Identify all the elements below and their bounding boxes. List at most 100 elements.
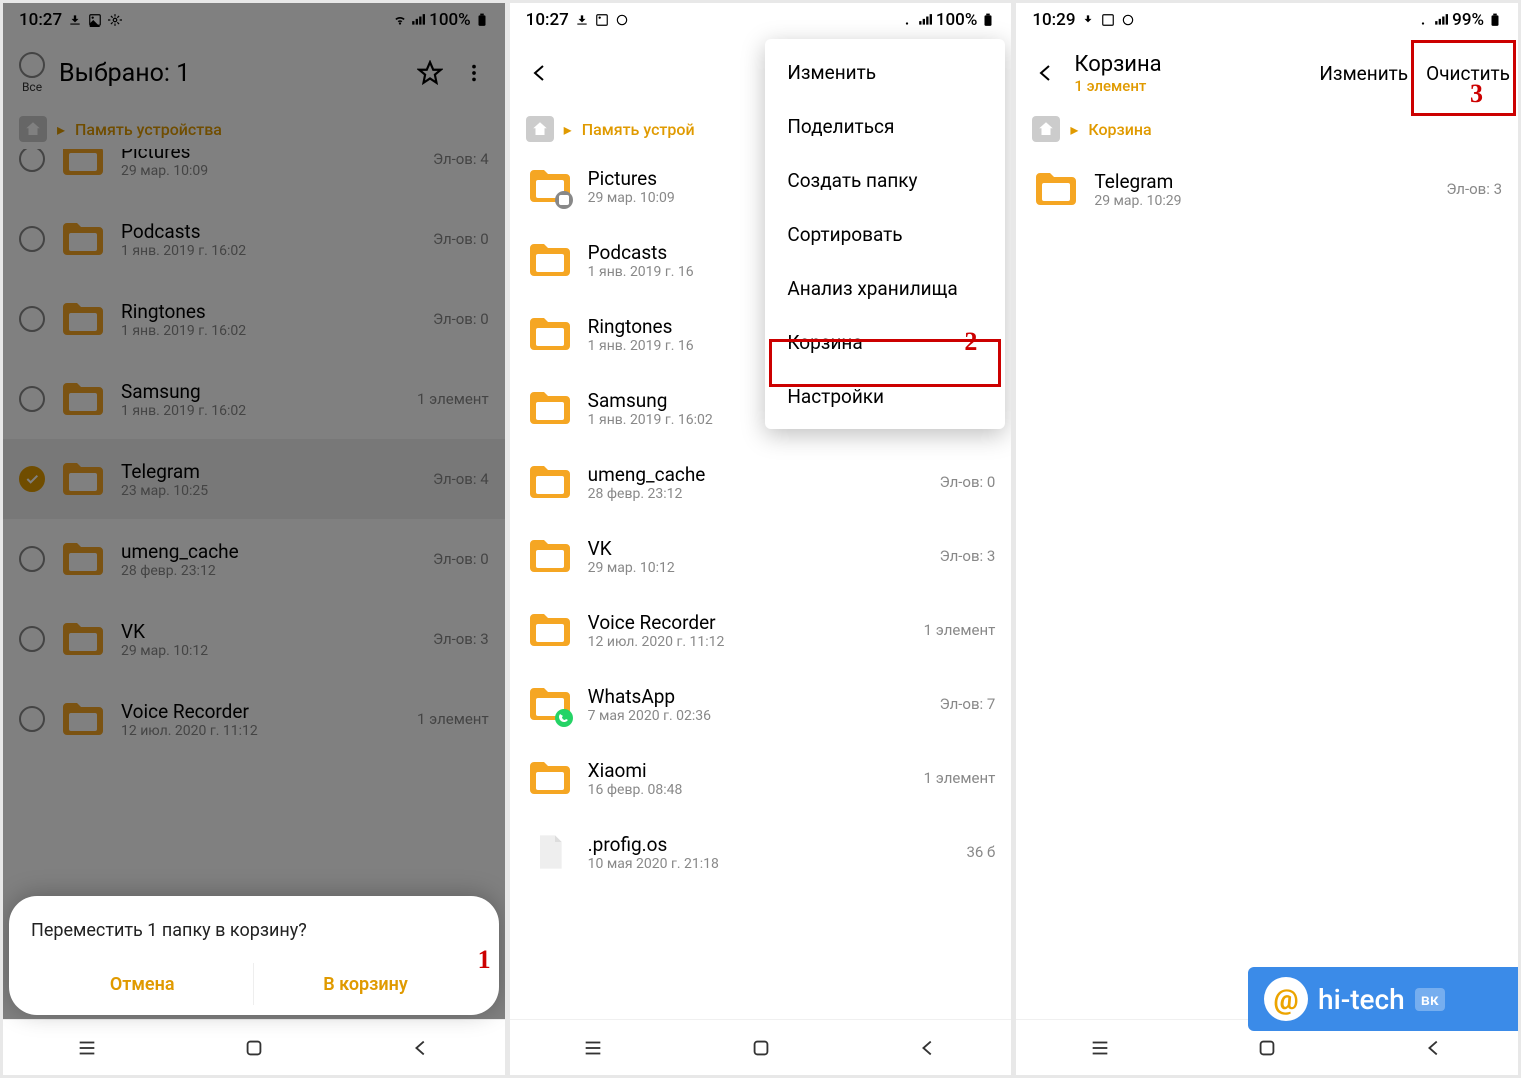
item-meta: Эл-ов: 0 xyxy=(940,473,996,491)
list-item[interactable]: Telegram23 мар. 10:25Эл-ов: 4 xyxy=(3,439,505,519)
folder-icon xyxy=(59,375,107,423)
clear-button[interactable]: Очистить xyxy=(1426,62,1510,85)
options-menu: ИзменитьПоделитьсяСоздать папкуСортирова… xyxy=(765,39,1005,429)
menu-item[interactable]: Корзина2 xyxy=(765,315,1005,369)
item-title: .profig.os xyxy=(588,833,953,856)
item-title: Xiaomi xyxy=(588,759,910,782)
list-item[interactable]: Samsung1 янв. 2019 г. 16:021 элемент xyxy=(3,359,505,439)
item-meta: 1 элемент xyxy=(417,390,489,408)
item-title: Podcasts xyxy=(121,220,419,243)
phone-screen-2: 10:27 100% ▸ Память устрой Pictures29 ма… xyxy=(510,3,1012,1075)
nav-bar xyxy=(510,1019,1012,1075)
item-meta: 1 элемент xyxy=(417,710,489,728)
item-subtitle: 7 мая 2020 г. 02:36 xyxy=(588,708,926,724)
header-title: Корзина xyxy=(1074,52,1305,77)
folder-icon xyxy=(526,162,574,210)
select-all-circle[interactable] xyxy=(19,52,45,78)
battery-icon xyxy=(981,13,995,27)
list-item[interactable]: .profig.os10 мая 2020 г. 21:1836 б xyxy=(510,815,1012,889)
folder-icon xyxy=(59,295,107,343)
nav-home[interactable] xyxy=(1254,1035,1280,1061)
item-subtitle: 29 мар. 10:12 xyxy=(588,560,926,576)
nav-home[interactable] xyxy=(748,1035,774,1061)
wifi-icon xyxy=(393,13,407,27)
list-item[interactable]: Ringtones1 янв. 2019 г. 16:02Эл-ов: 0 xyxy=(3,279,505,359)
favorite-button[interactable] xyxy=(415,58,445,88)
checkbox[interactable] xyxy=(19,706,45,732)
item-title: Ringtones xyxy=(121,300,419,323)
file-list[interactable]: Pictures29 мар. 10:09Эл-ов: 4Podcasts1 я… xyxy=(3,149,505,1019)
menu-item[interactable]: Анализ хранилища xyxy=(765,261,1005,315)
checkbox[interactable] xyxy=(19,226,45,252)
wifi-icon xyxy=(1416,13,1430,27)
edit-button[interactable]: Изменить xyxy=(1319,62,1408,85)
checkbox[interactable] xyxy=(19,306,45,332)
status-time: 10:27 xyxy=(19,10,62,30)
breadcrumb-path[interactable]: Память устройства xyxy=(75,120,222,139)
list-item[interactable]: Pictures29 мар. 10:09Эл-ов: 4 xyxy=(3,149,505,199)
nav-bar xyxy=(3,1019,505,1075)
checkbox[interactable] xyxy=(19,149,45,172)
checkbox[interactable] xyxy=(19,626,45,652)
menu-item[interactable]: Создать папку xyxy=(765,153,1005,207)
download-icon xyxy=(575,13,589,27)
cancel-button[interactable]: Отмена xyxy=(31,963,253,1005)
menu-item[interactable]: Сортировать xyxy=(765,207,1005,261)
breadcrumb[interactable]: ▸ Корзина xyxy=(1016,109,1518,149)
list-item[interactable]: Podcasts1 янв. 2019 г. 16:02Эл-ов: 0 xyxy=(3,199,505,279)
confirm-button[interactable]: В корзину xyxy=(253,963,476,1005)
settings-icon xyxy=(108,13,122,27)
checkbox[interactable] xyxy=(19,386,45,412)
list-item[interactable]: umeng_cache28 февр. 23:12Эл-ов: 0 xyxy=(3,519,505,599)
item-subtitle: 1 янв. 2019 г. 16:02 xyxy=(121,243,419,259)
file-list[interactable]: Telegram29 мар. 10:29Эл-ов: 3 xyxy=(1016,149,1518,1019)
home-icon[interactable] xyxy=(1032,116,1060,142)
list-item[interactable]: VK29 мар. 10:12Эл-ов: 3 xyxy=(3,599,505,679)
folder-icon xyxy=(59,455,107,503)
list-item[interactable]: Voice Recorder12 июл. 2020 г. 11:121 эле… xyxy=(3,679,505,759)
watermark: @ hi-tech вк xyxy=(1248,967,1518,1031)
folder-icon xyxy=(526,236,574,284)
item-meta: Эл-ов: 4 xyxy=(433,150,489,168)
item-subtitle: 29 мар. 10:09 xyxy=(121,163,419,179)
more-button[interactable] xyxy=(459,58,489,88)
item-meta: Эл-ов: 0 xyxy=(433,550,489,568)
nav-home[interactable] xyxy=(241,1035,267,1061)
status-battery: 100% xyxy=(936,10,978,30)
list-item[interactable]: Telegram29 мар. 10:29Эл-ов: 3 xyxy=(1016,149,1518,229)
file-icon xyxy=(526,828,574,876)
download-icon xyxy=(68,13,82,27)
nav-recents[interactable] xyxy=(580,1035,606,1061)
select-all[interactable]: Все xyxy=(19,52,45,94)
status-time: 10:29 xyxy=(1032,10,1075,30)
menu-item[interactable]: Изменить xyxy=(765,45,1005,99)
status-battery: 99% xyxy=(1452,10,1484,30)
home-icon[interactable] xyxy=(526,116,554,142)
list-item[interactable]: Xiaomi16 февр. 08:481 элемент xyxy=(510,741,1012,815)
breadcrumb-path[interactable]: Память устрой xyxy=(582,120,695,139)
folder-icon xyxy=(526,532,574,580)
list-item[interactable]: VK29 мар. 10:12Эл-ов: 3 xyxy=(510,519,1012,593)
folder-icon xyxy=(59,695,107,743)
menu-item[interactable]: Настройки xyxy=(765,369,1005,423)
item-subtitle: 29 мар. 10:12 xyxy=(121,643,419,659)
checkbox[interactable] xyxy=(19,466,45,492)
item-title: Samsung xyxy=(121,380,403,403)
list-item[interactable]: umeng_cache28 февр. 23:12Эл-ов: 0 xyxy=(510,445,1012,519)
checkbox[interactable] xyxy=(19,546,45,572)
nav-recents[interactable] xyxy=(74,1035,100,1061)
back-button[interactable] xyxy=(1032,59,1060,87)
folder-icon xyxy=(1032,165,1080,213)
nav-back[interactable] xyxy=(1421,1035,1447,1061)
item-title: umeng_cache xyxy=(121,540,419,563)
nav-recents[interactable] xyxy=(1087,1035,1113,1061)
home-icon[interactable] xyxy=(19,116,47,142)
breadcrumb[interactable]: ▸ Память устройства xyxy=(3,109,505,149)
list-item[interactable]: Voice Recorder12 июл. 2020 г. 11:121 эле… xyxy=(510,593,1012,667)
menu-item[interactable]: Поделиться xyxy=(765,99,1005,153)
list-item[interactable]: WhatsApp7 мая 2020 г. 02:36Эл-ов: 7 xyxy=(510,667,1012,741)
back-button[interactable] xyxy=(526,59,554,87)
breadcrumb-path[interactable]: Корзина xyxy=(1088,120,1151,139)
nav-back[interactable] xyxy=(408,1035,434,1061)
nav-back[interactable] xyxy=(915,1035,941,1061)
